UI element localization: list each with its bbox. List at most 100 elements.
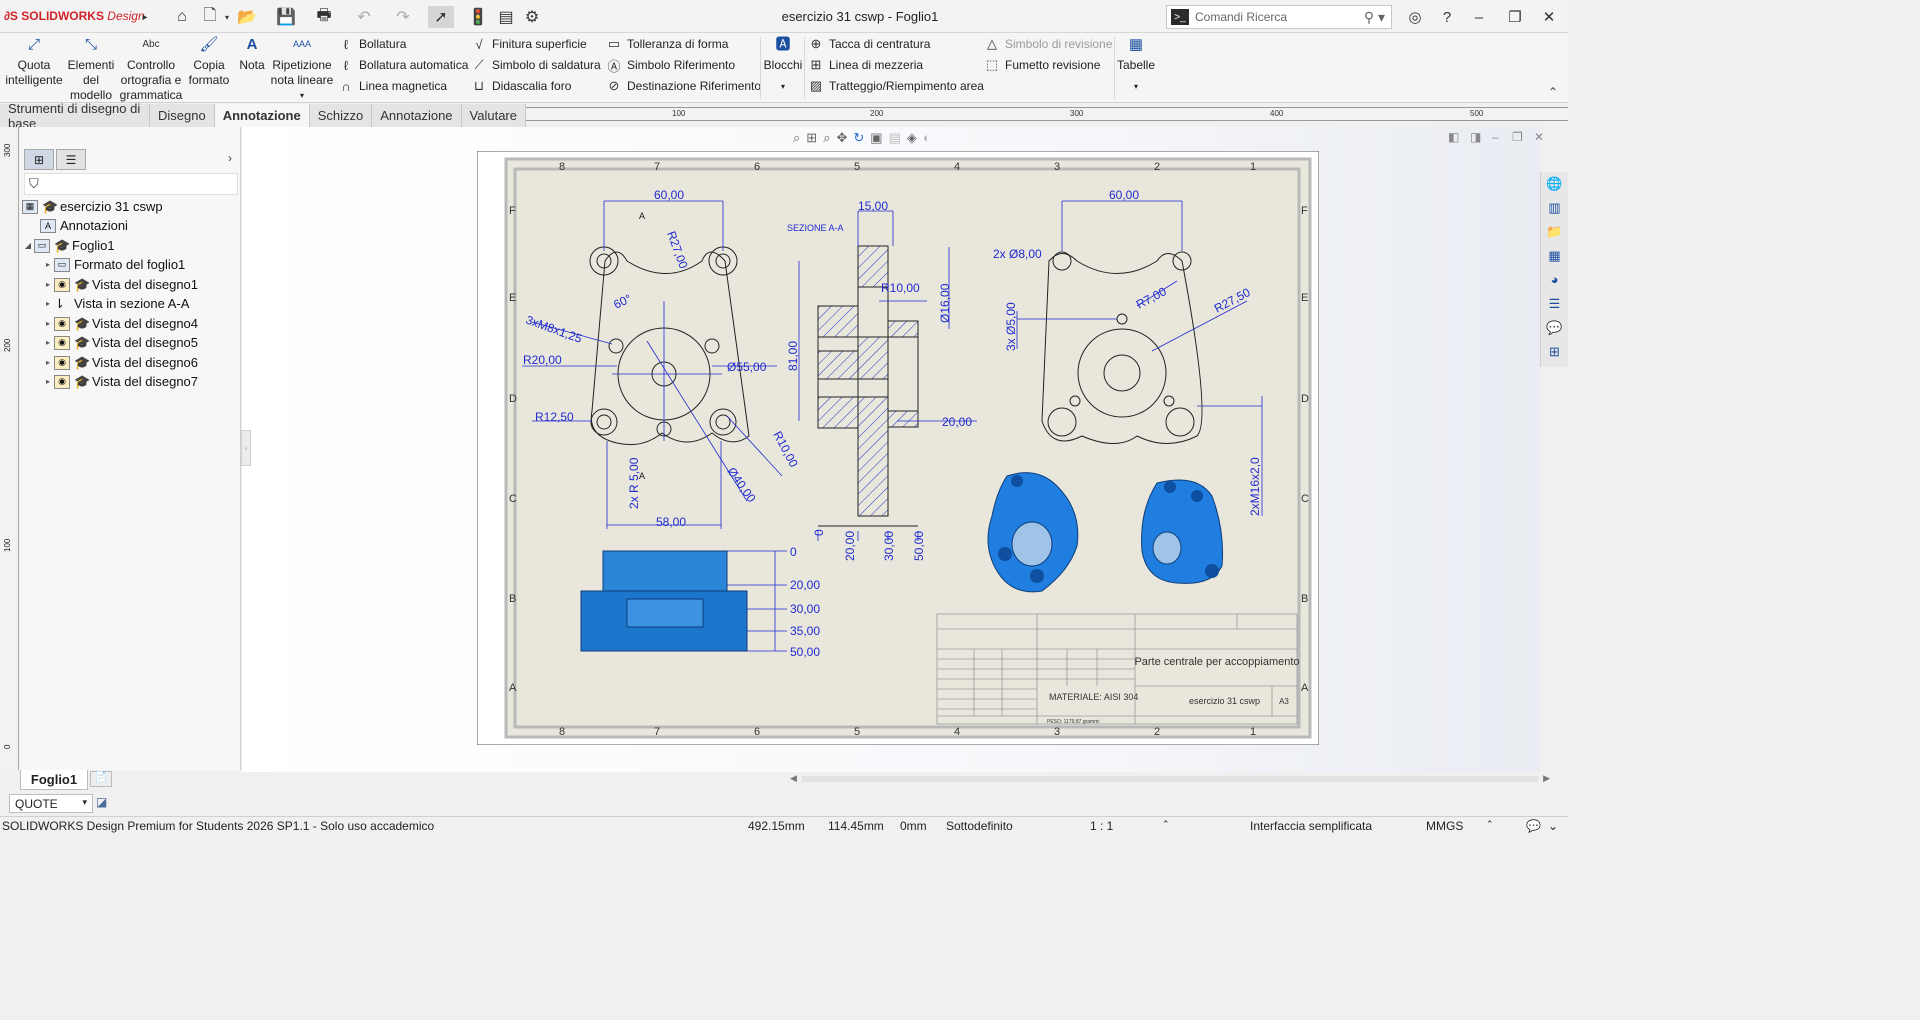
revision-symbol-button[interactable]: △ Simbolo di revisione [984, 34, 1112, 54]
custom-properties-icon[interactable]: ☰ [1541, 292, 1568, 316]
tree-filter-input[interactable]: ⛉ [24, 173, 238, 195]
datum-target-button[interactable]: ⊘ Destinazione Riferimento [606, 76, 762, 96]
forum-icon[interactable]: 💬 [1541, 316, 1568, 340]
view-palette-icon[interactable]: ▦ [1541, 244, 1568, 268]
user-account-icon[interactable]: ◎ [1402, 6, 1428, 28]
balloon-button[interactable]: ℓ Bollatura [338, 34, 406, 54]
tree-item-vista6[interactable]: ▸ ◉ 🎓 Vista del disegno6 [42, 353, 198, 372]
tab-strumenti-disegno[interactable]: Strumenti di disegno di base [0, 101, 151, 131]
pan-icon[interactable]: ✥ [836, 130, 847, 146]
help-icon[interactable]: ? [1434, 6, 1460, 28]
file-explorer-icon[interactable]: 📁 [1541, 220, 1568, 244]
tree-item-root[interactable]: ▦ 🎓 esercizio 31 cswp [22, 197, 163, 216]
previous-view-icon[interactable]: ⌕ [823, 130, 830, 146]
design-library-icon[interactable]: ▥ [1541, 196, 1568, 220]
scroll-thumb[interactable] [802, 776, 1538, 782]
surface-finish-button[interactable]: √ Finitura superficie [471, 34, 586, 54]
expand-arrow-icon[interactable]: ▸ [42, 319, 54, 328]
weld-symbol-button[interactable]: ⟋ Simbolo di saldatura [471, 55, 600, 75]
collapse-ribbon-icon[interactable]: ⌃ [1548, 85, 1558, 99]
add-sheet-icon[interactable]: 📄 [90, 771, 112, 787]
dimension-layer-select[interactable]: QUOTE ▾ [9, 794, 93, 813]
comments-icon[interactable]: 💬 [1526, 819, 1541, 833]
tree-item-vista7[interactable]: ▸ ◉ 🎓 Vista del disegno7 [42, 372, 198, 391]
app-logo[interactable]: ∂S SOLIDWORKS Design [4, 9, 145, 23]
undo-icon[interactable]: ↶ [354, 6, 374, 28]
datum-feature-button[interactable]: Ⓐ Simbolo Riferimento [606, 55, 735, 75]
print-icon[interactable]: 🖶 [314, 6, 334, 28]
tree-item-vista4[interactable]: ▸ ◉ 🎓 Vista del disegno4 [42, 314, 198, 333]
tab-disegno[interactable]: Disegno [150, 104, 215, 127]
ui-mode[interactable]: Interfaccia semplificata [1250, 819, 1372, 833]
centerline-button[interactable]: ⊞ Linea di mezzeria [808, 55, 924, 75]
tab-annotazione-active[interactable]: Annotazione [214, 104, 310, 127]
tile-left-icon[interactable]: ◧ [1448, 130, 1459, 144]
minimize-icon[interactable]: – [1466, 6, 1492, 28]
view-settings-icon[interactable]: ▣ [870, 130, 882, 146]
blocks-dropdown-icon[interactable]: ▾ [763, 79, 803, 94]
status-bar-toggle-icon[interactable]: ⌄ [1548, 819, 1558, 833]
tutorials-icon[interactable]: ⊞ [1541, 340, 1568, 364]
tree-item-foglio[interactable]: ◢ ▭ 🎓 Foglio1 [22, 236, 115, 255]
sheet-scale[interactable]: 1 : 1 [1090, 819, 1113, 833]
tree-item-sezione[interactable]: ▸ ⇂ Vista in sezione A-A [42, 294, 189, 313]
hatch-fill-button[interactable]: ▨ Tratteggio/Riempimento area [808, 76, 984, 96]
sheet-tab-foglio1[interactable]: Foglio1 [20, 770, 88, 790]
tree-item-vista5[interactable]: ▸ ◉ 🎓 Vista del disegno5 [42, 333, 198, 352]
linear-note-dropdown-icon[interactable]: ▾ [270, 88, 334, 103]
hole-callout-button[interactable]: ⊔ Didascalia foro [471, 76, 571, 96]
save-icon[interactable]: 💾 [276, 6, 296, 28]
expand-arrow-icon[interactable]: ▸ [42, 338, 54, 347]
expand-menu-icon[interactable]: ▸ [140, 6, 150, 28]
note-button[interactable]: A Nota [236, 37, 268, 73]
doc-restore-icon[interactable]: ❐ [1512, 130, 1523, 144]
geometric-tolerance-button[interactable]: ▭ Tolleranza di forma [606, 34, 729, 54]
display-style-icon[interactable]: ▤ [889, 130, 901, 146]
tables-dropdown-icon[interactable]: ▾ [1116, 79, 1156, 94]
auto-balloon-button[interactable]: ℓ Bollatura automatica [338, 55, 469, 75]
horizontal-scrollbar[interactable]: ◀ ▶ [790, 772, 1550, 788]
close-icon[interactable]: ✕ [1536, 6, 1562, 28]
home-icon[interactable]: ⌂ [172, 6, 192, 28]
new-dropdown-icon[interactable]: ▾ [222, 6, 232, 28]
drawing-sheet[interactable]: 8 7 6 5 4 3 2 1 8 7 6 5 4 3 2 1 F E D C B A F E D C B… [477, 151, 1319, 745]
resources-icon[interactable]: 🌐 [1541, 172, 1568, 196]
rotate-icon[interactable]: ↻ [853, 130, 864, 146]
property-manager-tab-icon[interactable]: ☰ [56, 149, 86, 170]
format-painter-button[interactable]: 🖌 Copia formato [185, 37, 233, 88]
tab-schizzo[interactable]: Schizzo [310, 104, 373, 127]
panel-expand-icon[interactable]: › [228, 151, 232, 165]
unit-system[interactable]: MMGS [1426, 819, 1463, 833]
magnetic-line-button[interactable]: ∩ Linea magnetica [338, 76, 447, 96]
expand-arrow-icon[interactable]: ▸ [42, 280, 54, 289]
scale-up-icon[interactable]: ⌃ [1162, 819, 1170, 830]
units-up-icon[interactable]: ⌃ [1486, 819, 1494, 830]
expand-arrow-icon[interactable]: ▸ [42, 260, 54, 269]
doc-close-icon[interactable]: ✕ [1534, 130, 1544, 144]
expand-arrow-icon[interactable]: ▸ [42, 377, 54, 386]
select-arrow-icon[interactable]: ➚ [428, 6, 454, 28]
command-search-input[interactable]: >_ Comandi Ricerca ⚲ ▾ [1166, 5, 1392, 29]
tile-right-icon[interactable]: ◨ [1470, 130, 1481, 144]
rebuild-icon[interactable]: 🚦 [468, 6, 488, 28]
linear-note-pattern-button[interactable]: AAA Ripetizione nota lineare ▾ [270, 37, 334, 103]
spell-check-button[interactable]: Abc Controllo ortografia e grammatica [119, 37, 183, 103]
appearance-icon[interactable]: ◐ [923, 130, 931, 146]
appearances-icon[interactable]: ◕ [1541, 268, 1568, 292]
options-gear-icon[interactable]: ⚙ [522, 6, 542, 28]
restore-icon[interactable]: ❐ [1502, 6, 1528, 28]
collapse-arrow-icon[interactable]: ◢ [22, 241, 34, 250]
zoom-area-icon[interactable]: ⊞ [806, 130, 817, 146]
file-properties-icon[interactable]: ▤ [496, 6, 516, 28]
redo-icon[interactable]: ↷ [393, 6, 413, 28]
tab-annotazione[interactable]: Annotazione [372, 104, 462, 127]
new-document-icon[interactable]: 🗋 [200, 6, 220, 28]
expand-arrow-icon[interactable]: ▸ [42, 299, 54, 308]
hide-show-icon[interactable]: ◈ [907, 130, 917, 146]
tree-item-formato[interactable]: ▸ ▭ Formato del foglio1 [42, 255, 185, 274]
revision-cloud-button[interactable]: ⬚ Fumetto revisione [984, 55, 1101, 75]
select-dropdown-icon[interactable]: ▾ [82, 797, 87, 808]
scroll-right-icon[interactable]: ▶ [1543, 773, 1550, 784]
model-items-button[interactable]: ⤡ Elementi del modello [64, 37, 118, 103]
feature-tree-tab-icon[interactable]: ⊞ [24, 149, 54, 170]
